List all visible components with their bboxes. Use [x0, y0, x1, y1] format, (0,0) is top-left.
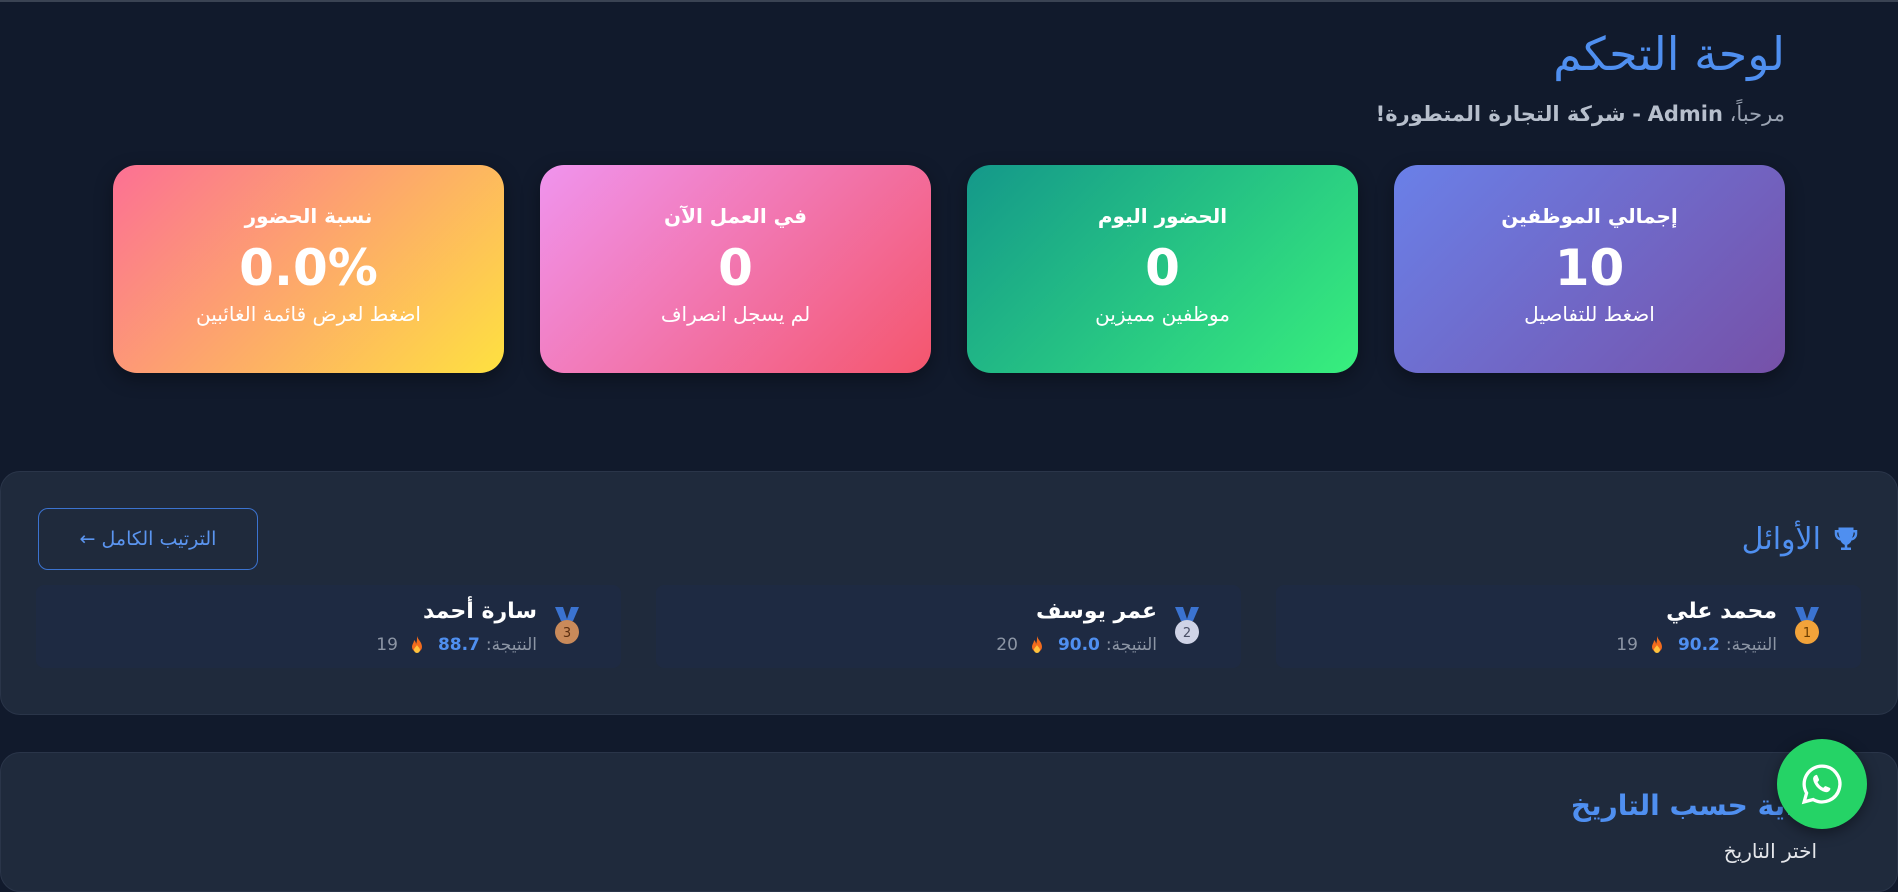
date-picker-label: اختر التاريخ [1723, 839, 1817, 863]
welcome-message: مرحباً، Admin - شركة التجارة المتطورة! [1376, 102, 1785, 126]
leaders-heading: الأوائل [1742, 522, 1861, 557]
stat-label: إجمالي الموظفين [1501, 204, 1678, 228]
leader-card[interactable]: 2 عمر يوسف النتيجة: 90.0 20 [656, 585, 1241, 668]
page-title: لوحة التحكم [1553, 27, 1785, 81]
gold-medal-icon: 1 [1795, 607, 1819, 644]
stat-subtext: اضغط لعرض قائمة الغائبين [196, 302, 421, 326]
stat-value: 10 [1554, 239, 1625, 297]
stat-subtext: لم يسجل انصراف [660, 302, 811, 326]
stat-card-attendance-today[interactable]: الحضور اليوم 0 موظفين مميزين [967, 165, 1358, 373]
leaders-title: الأوائل [1741, 522, 1821, 557]
leaders-panel: الأوائل الترتيب الكامل ← 1 محمد علي النت… [0, 471, 1898, 715]
leader-streak: 19 [376, 635, 398, 655]
leader-name: محمد علي [1666, 599, 1777, 624]
medal-rank: 1 [1803, 626, 1811, 641]
welcome-prefix: مرحباً، [1729, 102, 1785, 126]
flame-icon [1031, 636, 1042, 653]
leader-score: 90.0 [1057, 635, 1100, 655]
stat-label: الحضور اليوم [1097, 204, 1228, 228]
whatsapp-chat-button[interactable] [1777, 739, 1867, 829]
medal-rank: 3 [563, 626, 571, 641]
stat-value: 0.0% [239, 239, 378, 297]
leader-streak: 20 [996, 635, 1018, 655]
flame-icon [411, 636, 422, 653]
stat-subtext: اضغط للتفاصيل [1524, 302, 1655, 326]
page-header: لوحة التحكم مرحباً، Admin - شركة التجارة… [1376, 24, 1785, 126]
welcome-separator: - [1632, 102, 1641, 126]
user-name: Admin [1647, 102, 1723, 126]
stat-card-total-employees[interactable]: إجمالي الموظفين 10 اضغط للتفاصيل [1394, 165, 1785, 373]
score-label: النتيجة: [1725, 635, 1777, 655]
company-name: شركة التجارة المتطورة! [1375, 102, 1626, 126]
date-section-panel: ...ية حسب التاريخ اختر التاريخ [0, 752, 1898, 892]
full-ranking-button[interactable]: الترتيب الكامل ← [38, 508, 258, 570]
leader-meta: النتيجة: 90.2 19 [1616, 635, 1777, 655]
leader-card[interactable]: 3 سارة أحمد النتيجة: 88.7 19 [36, 585, 621, 668]
leader-name: سارة أحمد [422, 599, 537, 624]
stat-card-attendance-rate[interactable]: نسبة الحضور 0.0% اضغط لعرض قائمة الغائبي… [113, 165, 504, 373]
leader-streak: 19 [1616, 635, 1638, 655]
stats-row: إجمالي الموظفين 10 اضغط للتفاصيل الحضور … [112, 165, 1785, 373]
leader-score: 88.7 [437, 635, 480, 655]
stat-label: نسبة الحضور [244, 204, 373, 228]
stat-value: 0 [1145, 239, 1180, 297]
medal-rank: 2 [1183, 626, 1191, 641]
flame-icon [1651, 636, 1662, 653]
leader-meta: النتيجة: 90.0 20 [996, 635, 1157, 655]
stat-label: في العمل الآن [664, 204, 807, 228]
stat-value: 0 [718, 239, 753, 297]
leader-name: عمر يوسف [1035, 599, 1157, 624]
bronze-medal-icon: 3 [555, 607, 579, 644]
leader-score: 90.2 [1677, 635, 1720, 655]
score-label: النتيجة: [485, 635, 537, 655]
score-label: النتيجة: [1105, 635, 1157, 655]
stat-card-at-work-now[interactable]: في العمل الآن 0 لم يسجل انصراف [540, 165, 931, 373]
silver-medal-icon: 2 [1175, 607, 1199, 644]
leader-card[interactable]: 1 محمد علي النتيجة: 90.2 19 [1276, 585, 1861, 668]
whatsapp-icon [1801, 764, 1842, 805]
trophy-icon [1834, 527, 1858, 550]
stat-subtext: موظفين مميزين [1095, 302, 1230, 326]
leader-meta: النتيجة: 88.7 19 [376, 635, 537, 655]
